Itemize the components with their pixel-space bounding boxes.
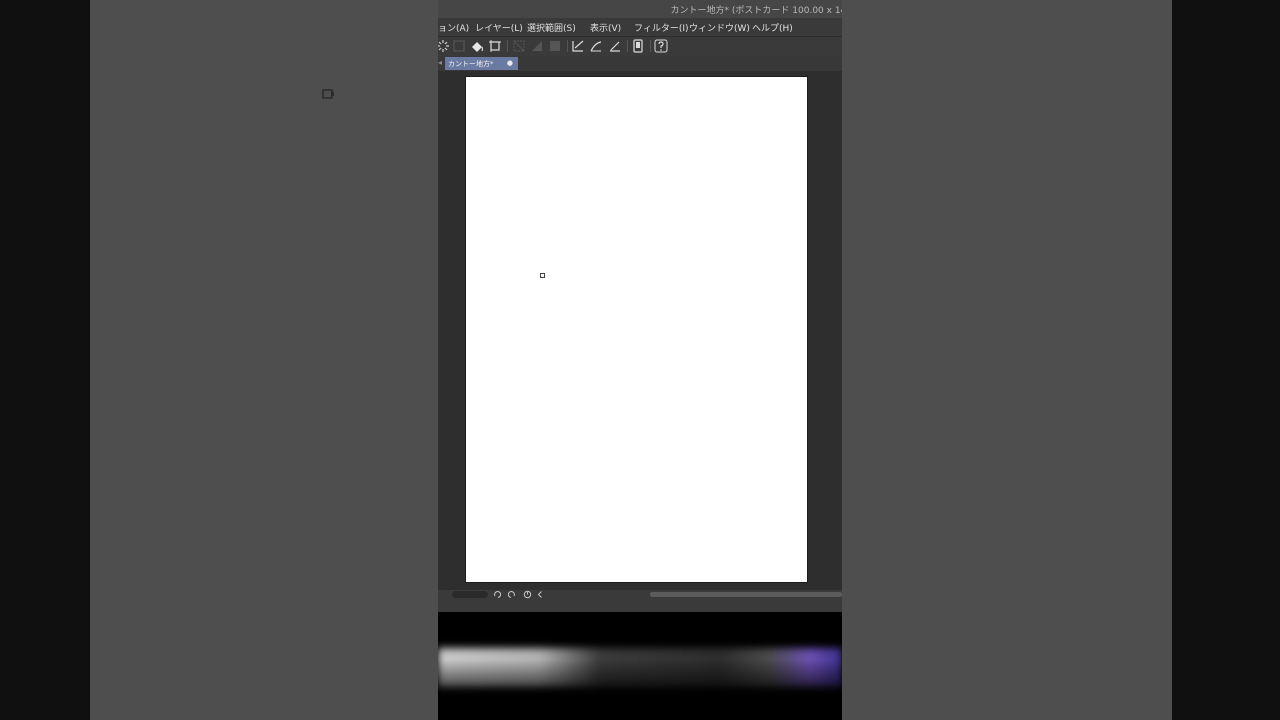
flip-horizontal-icon[interactable] [536, 590, 545, 599]
canvas-area[interactable] [438, 71, 842, 590]
convert-icon[interactable] [530, 39, 544, 53]
navigator-status-bar [438, 590, 842, 599]
rotate-right-icon[interactable] [507, 590, 516, 599]
menu-filter[interactable]: フィルター(I) [634, 21, 689, 34]
zoom-slider[interactable] [452, 591, 488, 598]
toolbar-separator [650, 40, 651, 52]
menu-layer[interactable]: レイヤー(L) [475, 21, 523, 34]
canvas-paper[interactable] [466, 77, 807, 582]
menu-selection[interactable]: 選択範囲(S) [527, 21, 576, 34]
stroke-correction-icon[interactable] [589, 39, 603, 53]
menu-bar: ョン(A) レイヤー(L) 選択範囲(S) 表示(V) フィルター(I) ウィン… [438, 18, 842, 36]
overlay-fade [438, 660, 842, 720]
lower-panel-header [438, 599, 842, 612]
menu-help[interactable]: ヘルプ(H) [752, 21, 793, 34]
menu-animation[interactable]: ョン(A) [438, 21, 469, 34]
toolbar-separator [567, 40, 568, 52]
cursor-icon [322, 89, 334, 99]
horizontal-scrollbar[interactable] [650, 592, 842, 597]
clip-studio-window: カントー地方* (ポストカード 100.00 x 148 ョン(A) レイヤー(… [438, 0, 842, 720]
document-tab-label: カントー地方* [448, 60, 494, 68]
selection-off-icon[interactable] [512, 39, 526, 53]
clear-selection-icon[interactable] [548, 39, 562, 53]
ruler-check-icon[interactable] [571, 39, 585, 53]
perspective-ruler-icon[interactable] [608, 39, 622, 53]
menu-window[interactable]: ウィンドウ(W) [689, 21, 750, 34]
rotate-left-icon[interactable] [493, 590, 502, 599]
smartphone-icon[interactable] [631, 39, 645, 53]
right-letterbox [1172, 0, 1280, 720]
menu-view[interactable]: 表示(V) [590, 21, 621, 34]
document-tab[interactable]: カントー地方* ● [445, 57, 518, 70]
transform-icon[interactable] [488, 39, 502, 53]
tab-modified-icon[interactable]: ● [507, 59, 513, 67]
title-bar: カントー地方* (ポストカード 100.00 x 148 [438, 0, 842, 18]
clear-icon[interactable] [452, 39, 466, 53]
brush-cursor-icon [540, 273, 545, 278]
tab-scroll-left-icon[interactable]: ◂ [438, 58, 442, 67]
loading-spinner-icon[interactable] [438, 39, 450, 53]
toolbar-separator [627, 40, 628, 52]
window-title: カントー地方* (ポストカード 100.00 x 148 [670, 6, 842, 16]
document-tab-bar: ◂ カントー地方* ● [438, 56, 842, 71]
toolbar-separator [507, 40, 508, 52]
fill-icon[interactable] [470, 39, 484, 53]
left-letterbox [0, 0, 90, 720]
help-icon[interactable] [654, 39, 668, 53]
reset-rotation-icon[interactable] [523, 590, 532, 599]
command-bar [438, 36, 842, 56]
